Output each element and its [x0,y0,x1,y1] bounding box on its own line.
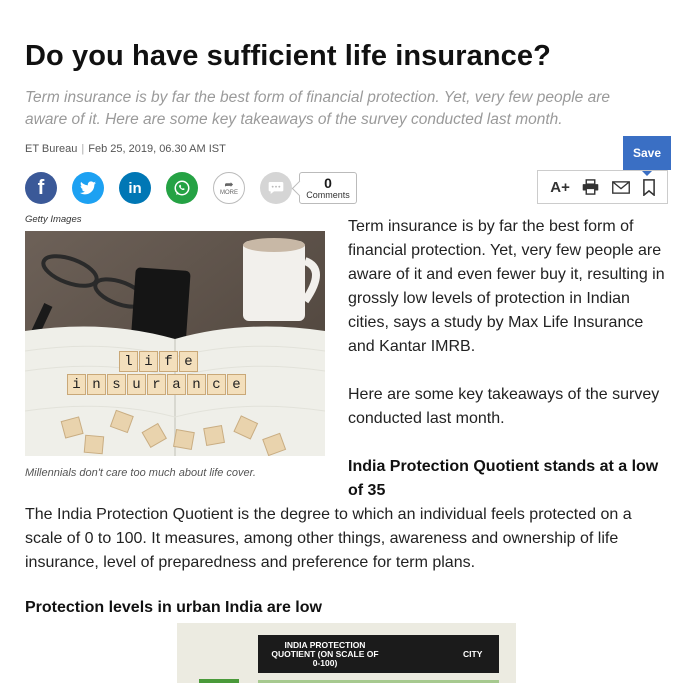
email-icon [612,180,631,194]
article-synopsis: Term insurance is by far the best form o… [25,89,610,128]
whatsapp-icon [174,180,190,196]
comment-icon [268,182,284,194]
tile: i [139,351,158,372]
bookmark-icon [642,178,655,196]
save-button[interactable]: Save [623,136,671,176]
photo-illustration [25,231,325,456]
article-headline: Do you have sufficient life insurance? [25,40,551,72]
tile: n [187,374,206,395]
tile: s [107,374,126,395]
scrabble-word-insurance: i n s u r a n c e [67,374,247,395]
share-icon: ➦ [224,179,234,191]
comment-count-box[interactable]: 0 Comments [299,172,357,204]
share-bar: f in ➦ MORE 0 Comments [25,171,357,205]
twitter-icon [80,181,96,195]
body-paragraph-2: Here are some key takeaways of the surve… [348,386,660,427]
byline-separator: | [81,143,85,155]
subheading-protection-quotient: India Protection Quotient stands at a lo… [348,458,659,499]
tile: c [207,374,226,395]
email-button[interactable] [612,180,631,194]
byline: ET Bureau | Feb 25, 2019, 06.30 AM IST [25,143,226,155]
linkedin-share-button[interactable]: in [119,172,151,204]
more-label: MORE [220,190,238,196]
print-button[interactable] [582,179,599,195]
table-header: INDIA PROTECTION QUOTIENT (ON SCALE OF 0… [258,635,499,673]
facebook-icon: f [37,176,45,199]
tile: l [119,351,138,372]
font-size-button[interactable]: A+ [550,179,570,196]
scrabble-word-life: l i f e [119,351,199,372]
linkedin-icon: in [128,179,142,197]
image-caption: Millennials don't care too much about li… [25,467,256,479]
author-name[interactable]: ET Bureau [25,143,77,155]
tile: r [147,374,166,395]
protection-quotient-table-image: INDIA PROTECTION QUOTIENT (ON SCALE OF 0… [177,623,516,683]
body-paragraph-1: Term insurance is by far the best form o… [348,218,665,355]
tile: f [159,351,178,372]
body-paragraph-3: The India Protection Quotient is the deg… [25,506,632,571]
image-credit: Getty Images [25,214,82,225]
tile: e [179,351,198,372]
facebook-share-button[interactable]: f [25,172,57,204]
whatsapp-share-button[interactable] [166,172,198,204]
more-share-button[interactable]: ➦ MORE [213,172,245,204]
twitter-share-button[interactable] [72,172,104,204]
subheading-protection-levels: Protection levels in urban India are low [25,599,322,616]
tile: u [127,374,146,395]
tile: a [167,374,186,395]
tile: n [87,374,106,395]
tile: e [227,374,246,395]
comments-label: Comments [306,190,350,200]
print-icon [583,179,599,195]
table-header-city: CITY [463,649,483,659]
publish-date: Feb 25, 2019, 06.30 AM IST [88,143,226,155]
table-header-quotient: INDIA PROTECTION QUOTIENT (ON SCALE OF 0… [271,640,379,668]
article-image: l i f e i n s u r a n c e [25,231,325,456]
table-bar [199,679,239,683]
comment-count: 0 [324,175,332,191]
article-tools: A+ [537,170,668,204]
comments-button[interactable] [260,172,292,204]
tile: i [67,374,86,395]
bookmark-button[interactable] [642,178,655,196]
